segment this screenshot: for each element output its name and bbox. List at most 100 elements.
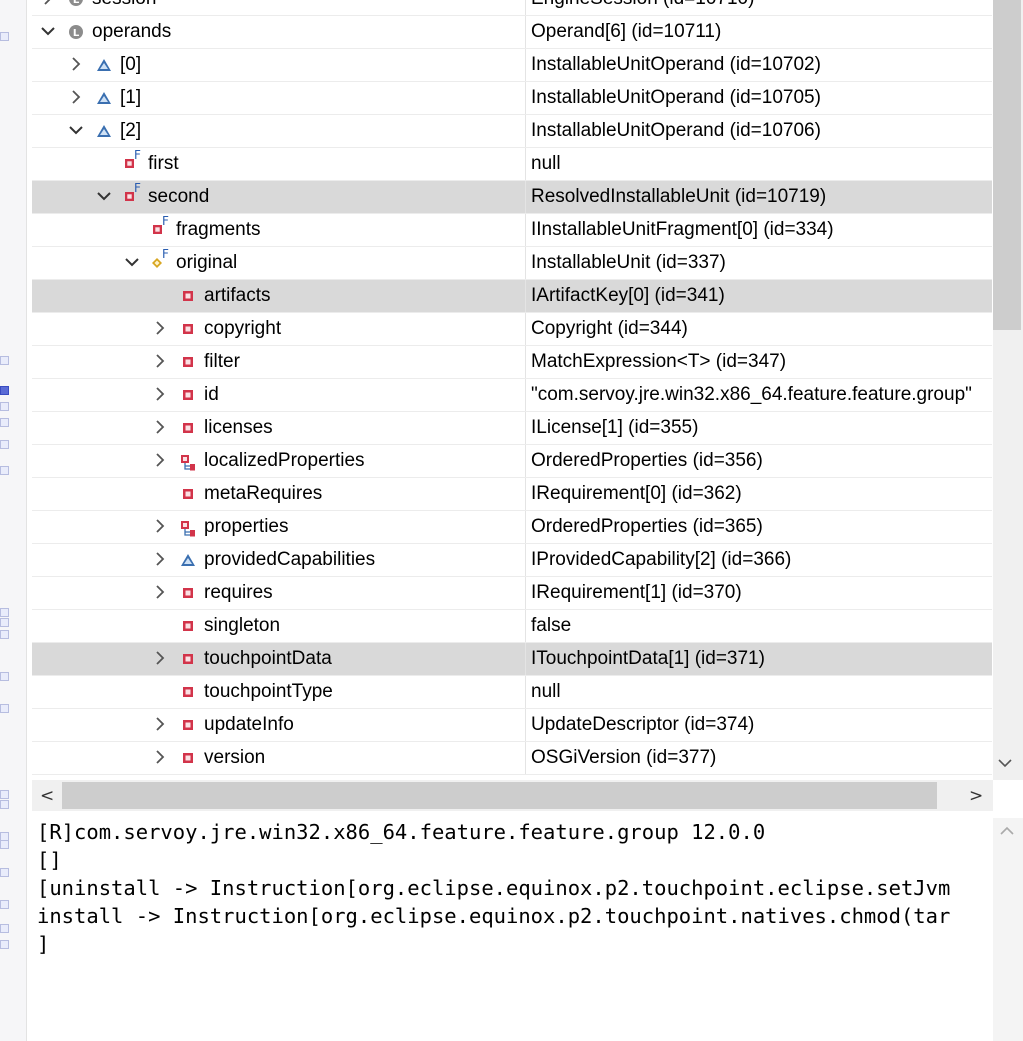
final-protected-field-icon: F bbox=[152, 247, 169, 271]
gutter-marker bbox=[0, 608, 9, 617]
private-field-icon bbox=[180, 684, 196, 700]
scroll-right-arrow-icon[interactable]: > bbox=[969, 786, 983, 806]
tree-vertical-scrollbar[interactable] bbox=[993, 0, 1023, 780]
chevron-right-icon[interactable] bbox=[152, 353, 168, 369]
chevron-right-icon[interactable] bbox=[152, 584, 168, 600]
array-element-icon bbox=[96, 57, 112, 73]
chevron-right-icon[interactable] bbox=[152, 320, 168, 336]
chevron-down-icon[interactable] bbox=[40, 23, 56, 39]
tree-row[interactable]: providedCapabilities IProvidedCapability[… bbox=[32, 544, 992, 577]
variable-name: providedCapabilities bbox=[204, 549, 376, 570]
variable-value: IProvidedCapability[2] (id=366) bbox=[531, 549, 792, 570]
gutter-marker bbox=[0, 466, 9, 475]
variable-name: filter bbox=[204, 351, 240, 372]
variable-value: IArtifactKey[0] (id=341) bbox=[531, 285, 725, 306]
tree-row[interactable]: Loperands Operand[6] (id=10711) bbox=[32, 16, 992, 49]
variable-value: InstallableUnitOperand (id=10705) bbox=[531, 87, 821, 108]
tree-row[interactable]: touchpointType null bbox=[32, 676, 992, 709]
variables-tree[interactable]: Lsession EngineSession (id=10710) Loperand… bbox=[32, 0, 992, 780]
variable-name: requires bbox=[204, 582, 273, 603]
chevron-right-icon[interactable] bbox=[152, 749, 168, 765]
column-separator bbox=[525, 115, 526, 147]
chevron-right-icon[interactable] bbox=[152, 551, 168, 567]
tree-row[interactable]: copyright Copyright (id=344) bbox=[32, 313, 992, 346]
column-separator bbox=[525, 313, 526, 345]
tree-row[interactable]: licenses ILicense[1] (id=355) bbox=[32, 412, 992, 445]
tree-row[interactable]: singleton false bbox=[32, 610, 992, 643]
gutter-marker bbox=[0, 790, 9, 799]
chevron-right-icon[interactable] bbox=[68, 89, 84, 105]
chevron-right-icon[interactable] bbox=[152, 419, 168, 435]
horizontal-scroll-thumb[interactable] bbox=[62, 782, 937, 809]
local-variable-icon: L bbox=[68, 0, 84, 7]
tree-row[interactable]: artifacts IArtifactKey[0] (id=341) bbox=[32, 280, 992, 313]
private-field-icon bbox=[180, 717, 196, 733]
detail-vertical-scrollbar[interactable] bbox=[993, 818, 1023, 1041]
tree-row[interactable]: version OSGiVersion (id=377) bbox=[32, 742, 992, 775]
gutter-marker bbox=[0, 386, 9, 395]
variable-value: "com.servoy.jre.win32.x86_64.feature.fea… bbox=[531, 384, 972, 405]
tree-row[interactable]: properties OrderedProperties (id=365) bbox=[32, 511, 992, 544]
tree-row[interactable]: Lsession EngineSession (id=10710) bbox=[32, 0, 992, 16]
gutter-marker bbox=[0, 618, 9, 627]
column-separator bbox=[525, 544, 526, 576]
svg-text:F: F bbox=[134, 149, 141, 162]
private-tree-field-icon bbox=[180, 519, 196, 537]
tree-row[interactable]: [2] InstallableUnitOperand (id=10706) bbox=[32, 115, 992, 148]
scroll-up-arrow-icon[interactable] bbox=[999, 824, 1015, 840]
chevron-right-icon[interactable] bbox=[152, 518, 168, 534]
variable-value: InstallableUnitOperand (id=10706) bbox=[531, 120, 821, 141]
tree-row[interactable]: localizedProperties OrderedProperties (id… bbox=[32, 445, 992, 478]
gutter-marker bbox=[0, 704, 9, 713]
chevron-down-icon[interactable] bbox=[96, 188, 112, 204]
variable-name: version bbox=[204, 747, 266, 768]
variable-name: original bbox=[176, 252, 238, 273]
column-separator bbox=[525, 379, 526, 411]
chevron-right-icon[interactable] bbox=[152, 650, 168, 666]
variable-value: ILicense[1] (id=355) bbox=[531, 417, 699, 438]
scroll-down-arrow-icon[interactable] bbox=[997, 756, 1013, 772]
chevron-right-icon[interactable] bbox=[152, 452, 168, 468]
tree-horizontal-scrollbar[interactable]: < > bbox=[32, 780, 993, 811]
tree-row[interactable]: Ffirst null bbox=[32, 148, 992, 181]
detail-pane[interactable]: [R]com.servoy.jre.win32.x86_64.feature.f… bbox=[32, 818, 993, 1041]
variable-name: second bbox=[148, 186, 210, 207]
tree-row[interactable]: requires IRequirement[1] (id=370) bbox=[32, 577, 992, 610]
detail-line: [uninstall -> Instruction[org.eclipse.eq… bbox=[37, 876, 951, 900]
gutter-marker bbox=[0, 418, 9, 427]
tree-row[interactable]: [1] InstallableUnitOperand (id=10705) bbox=[32, 82, 992, 115]
variable-name: touchpointType bbox=[204, 681, 333, 702]
tree-row[interactable]: id "com.servoy.jre.win32.x86_64.feature.f… bbox=[32, 379, 992, 412]
gutter-marker bbox=[0, 402, 9, 411]
column-separator bbox=[525, 676, 526, 708]
tree-row[interactable]: filter MatchExpression<T> (id=347) bbox=[32, 346, 992, 379]
gutter-marker bbox=[0, 630, 9, 639]
chevron-right-icon[interactable] bbox=[152, 386, 168, 402]
gutter-marker bbox=[0, 840, 9, 849]
column-separator bbox=[525, 709, 526, 741]
detail-line: [] bbox=[37, 848, 62, 872]
chevron-right-icon[interactable] bbox=[152, 716, 168, 732]
tree-row[interactable]: Fsecond ResolvedInstallableUnit (id=10719… bbox=[32, 181, 992, 214]
tree-row[interactable]: metaRequires IRequirement[0] (id=362) bbox=[32, 478, 992, 511]
tree-row[interactable]: Ffragments IInstallableUnitFragment[0] (i… bbox=[32, 214, 992, 247]
variable-value: Copyright (id=344) bbox=[531, 318, 688, 339]
chevron-down-icon[interactable] bbox=[68, 122, 84, 138]
tree-row[interactable]: updateInfo UpdateDescriptor (id=374) bbox=[32, 709, 992, 742]
gutter-marker bbox=[0, 672, 9, 681]
tree-row[interactable]: touchpointData ITouchpointData[1] (id=371… bbox=[32, 643, 992, 676]
chevron-right-icon[interactable] bbox=[40, 0, 56, 6]
chevron-down-icon[interactable] bbox=[124, 254, 140, 270]
tree-row[interactable]: [0] InstallableUnitOperand (id=10702) bbox=[32, 49, 992, 82]
scroll-left-arrow-icon[interactable]: < bbox=[40, 786, 54, 806]
tree-row[interactable]: Foriginal InstallableUnit (id=337) bbox=[32, 247, 992, 280]
variable-name: updateInfo bbox=[204, 714, 294, 735]
private-field-icon bbox=[180, 321, 196, 337]
vertical-scroll-thumb[interactable] bbox=[993, 0, 1021, 330]
chevron-right-icon[interactable] bbox=[68, 56, 84, 72]
column-separator bbox=[525, 412, 526, 444]
column-separator bbox=[525, 445, 526, 477]
variable-name: properties bbox=[204, 516, 289, 537]
variable-name: singleton bbox=[204, 615, 281, 636]
svg-text:F: F bbox=[134, 182, 141, 195]
